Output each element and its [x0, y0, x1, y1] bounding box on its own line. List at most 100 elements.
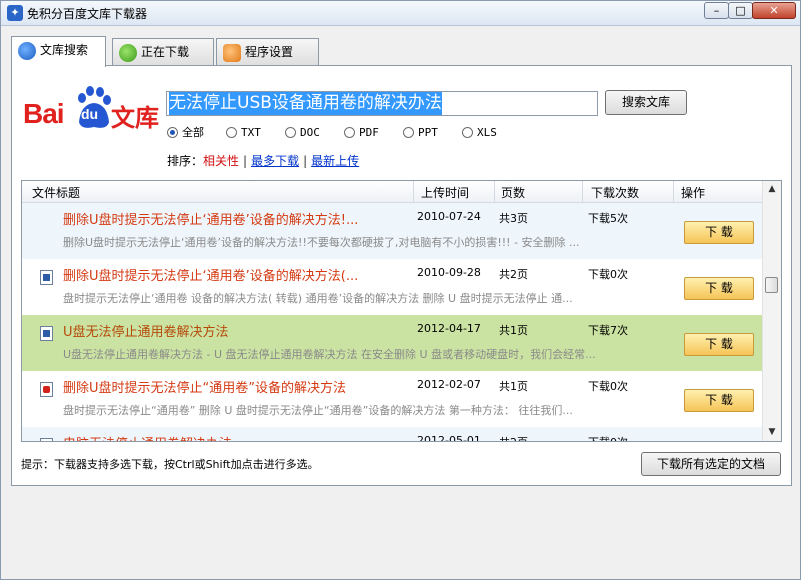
filter-radio-txt[interactable]: TXT [226, 125, 271, 141]
app-window: ✦ 免积分百度文库下载器 – □ ✕ 文库搜索 正在下载 程序设置 Bai du [0, 0, 801, 580]
filter-radio-ppt[interactable]: PPT [403, 125, 448, 141]
filter-label: DOC [300, 126, 320, 139]
row-downloads: 下载5次 [588, 212, 628, 225]
radio-icon [462, 127, 473, 138]
download-selected-button[interactable]: 下载所有选定的文档 [641, 452, 781, 476]
search-input-value: 无法停止USB设备通用卷的解决办法 [169, 92, 442, 115]
minimize-button[interactable]: – [704, 2, 729, 19]
tab-settings[interactable]: 程序设置 [216, 38, 319, 66]
close-button[interactable]: ✕ [752, 2, 796, 19]
download-button[interactable]: 下 载 [684, 221, 754, 244]
row-title: U盘无法停止通用卷解决方法 [63, 325, 229, 340]
filter-label: PPT [418, 126, 438, 139]
logo-du-text: du [81, 106, 99, 122]
row-upload-date: 2010-09-28 [417, 266, 481, 279]
column-header-upload-time[interactable]: 上传时间 [421, 184, 469, 201]
table-row[interactable]: 删除U盘时提示无法停止“通用卷”设备的解决方法 2012-02-07 共1页 下… [22, 371, 763, 427]
column-divider [582, 181, 583, 202]
tab-library-search[interactable]: 文库搜索 [11, 36, 106, 67]
table-row[interactable]: 电脑无法停止通用卷解决办法 2012-05-01 共2页 下载0次 [22, 427, 763, 442]
scroll-down-arrow-icon[interactable]: ▼ [763, 424, 781, 441]
filter-radio-doc[interactable]: DOC [285, 125, 330, 141]
row-pages: 共2页 [499, 268, 528, 281]
row-title: 电脑无法停止通用卷解决办法 [63, 433, 413, 441]
sort-separator: | [303, 154, 308, 168]
row-title: 删除U盘时提示无法停止‘通用卷’设备的解决方法!... [63, 213, 359, 228]
row-description: 删除U盘时提示无法停止‘通用卷’设备的解决方法!!不要每次都硬拔了,对电脑有不小… [63, 236, 580, 249]
filter-label: TXT [241, 126, 261, 139]
list-scrollbar[interactable]: ▲ ▼ [762, 181, 781, 441]
scroll-thumb[interactable] [765, 277, 778, 293]
row-pages: 共1页 [499, 380, 528, 393]
radio-icon [344, 127, 355, 138]
title-bar[interactable]: ✦ 免积分百度文库下载器 – □ ✕ [1, 1, 800, 26]
tab-label: 程序设置 [245, 45, 294, 59]
column-divider [673, 181, 674, 202]
row-upload-date: 2012-02-07 [417, 378, 481, 391]
logo-wenku-text: 文库 [111, 104, 159, 132]
settings-icon [223, 44, 241, 62]
logo-bai-text: Bai [23, 98, 65, 129]
filter-label: 全部 [182, 126, 204, 139]
row-description: 盘时提示无法停止‘通用卷 设备的解决方法( 转载) 通用卷’设备的解决方法 删除… [63, 292, 573, 305]
row-title: 删除U盘时提示无法停止‘通用卷’设备的解决方法(... [63, 269, 359, 284]
filter-radio-pdf[interactable]: PDF [344, 125, 389, 141]
selection-hint: 提示：下载器支持多选下载，按Ctrl或Shift加点击进行多选。 [21, 458, 319, 471]
row-downloads: 下载0次 [588, 380, 628, 393]
pdf-file-icon [40, 382, 53, 397]
radio-icon [285, 127, 296, 138]
row-upload-date: 2012-04-17 [417, 322, 481, 335]
table-row-selected[interactable]: U盘无法停止通用卷解决方法 2012-04-17 共1页 下载7次 U盘无法停止… [22, 315, 763, 371]
download-arrow-icon [119, 44, 137, 62]
download-button[interactable]: 下 载 [684, 333, 754, 356]
filter-radio-xls[interactable]: XLS [462, 125, 507, 141]
row-title: 删除U盘时提示无法停止“通用卷”设备的解决方法 [63, 381, 346, 396]
sort-most-downloads-link[interactable]: 最多下载 [251, 154, 299, 168]
tab-downloading[interactable]: 正在下载 [112, 38, 214, 66]
doc-file-icon [40, 326, 53, 341]
row-downloads: 下载0次 [588, 434, 628, 441]
results-list: 文件标题 上传时间 页数 下载次数 操作 删除U盘时提示无法停止‘通用卷’设备的… [21, 180, 782, 442]
row-downloads: 下载0次 [588, 268, 628, 281]
row-pages: 共1页 [499, 324, 528, 337]
column-header-pages[interactable]: 页数 [501, 184, 525, 201]
row-downloads: 下载7次 [588, 324, 628, 337]
scroll-up-arrow-icon[interactable]: ▲ [763, 181, 781, 198]
column-header-title[interactable]: 文件标题 [32, 184, 80, 201]
list-header: 文件标题 上传时间 页数 下载次数 操作 [22, 181, 763, 203]
row-description: 盘时提示无法停止“通用卷” 删除 U 盘时提示无法停止“通用卷”设备的解决方法 … [63, 404, 573, 417]
sort-newest-link[interactable]: 最新上传 [311, 154, 359, 168]
download-button[interactable]: 下 载 [684, 389, 754, 412]
row-pages: 共3页 [499, 212, 528, 225]
tab-label: 文库搜索 [40, 43, 89, 57]
row-description: U盘无法停止通用卷解决方法 - U 盘无法停止通用卷解决方法 在安全删除 U 盘… [63, 348, 596, 361]
row-upload-date: 2012-05-01 [417, 434, 481, 442]
sort-relevance[interactable]: 相关性 [203, 154, 239, 168]
table-row[interactable]: 删除U盘时提示无法停止‘通用卷’设备的解决方法!... 2010-07-24 共… [22, 203, 763, 259]
search-library-button[interactable]: 搜索文库 [605, 90, 687, 115]
download-button[interactable]: 下 载 [684, 277, 754, 300]
sort-separator: | [243, 154, 248, 168]
column-divider [413, 181, 414, 202]
table-row[interactable]: 删除U盘时提示无法停止‘通用卷’设备的解决方法(... 2010-09-28 共… [22, 259, 763, 315]
maximize-button[interactable]: □ [728, 2, 753, 19]
doc-file-icon [40, 438, 53, 441]
column-header-downloads[interactable]: 下载次数 [591, 184, 639, 201]
filter-label: PDF [359, 126, 379, 139]
doc-file-icon [40, 270, 53, 285]
radio-icon [403, 127, 414, 138]
column-header-action: 操作 [681, 186, 706, 200]
radio-icon [226, 127, 237, 138]
app-icon: ✦ [7, 5, 23, 21]
sort-prefix: 排序： [167, 154, 204, 168]
row-pages: 共2页 [499, 434, 528, 441]
window-title: 免积分百度文库下载器 [27, 7, 148, 21]
sort-bar: 排序：相关性 | 最多下载 | 最新上传 [167, 152, 359, 169]
filter-radio-all[interactable]: 全部 [167, 125, 217, 141]
search-icon [18, 42, 36, 60]
row-upload-date: 2010-07-24 [417, 210, 481, 223]
filter-label: XLS [477, 126, 497, 139]
search-input[interactable]: 无法停止USB设备通用卷的解决办法 [166, 91, 598, 116]
column-divider [494, 181, 495, 202]
radio-selected-icon [167, 127, 178, 138]
